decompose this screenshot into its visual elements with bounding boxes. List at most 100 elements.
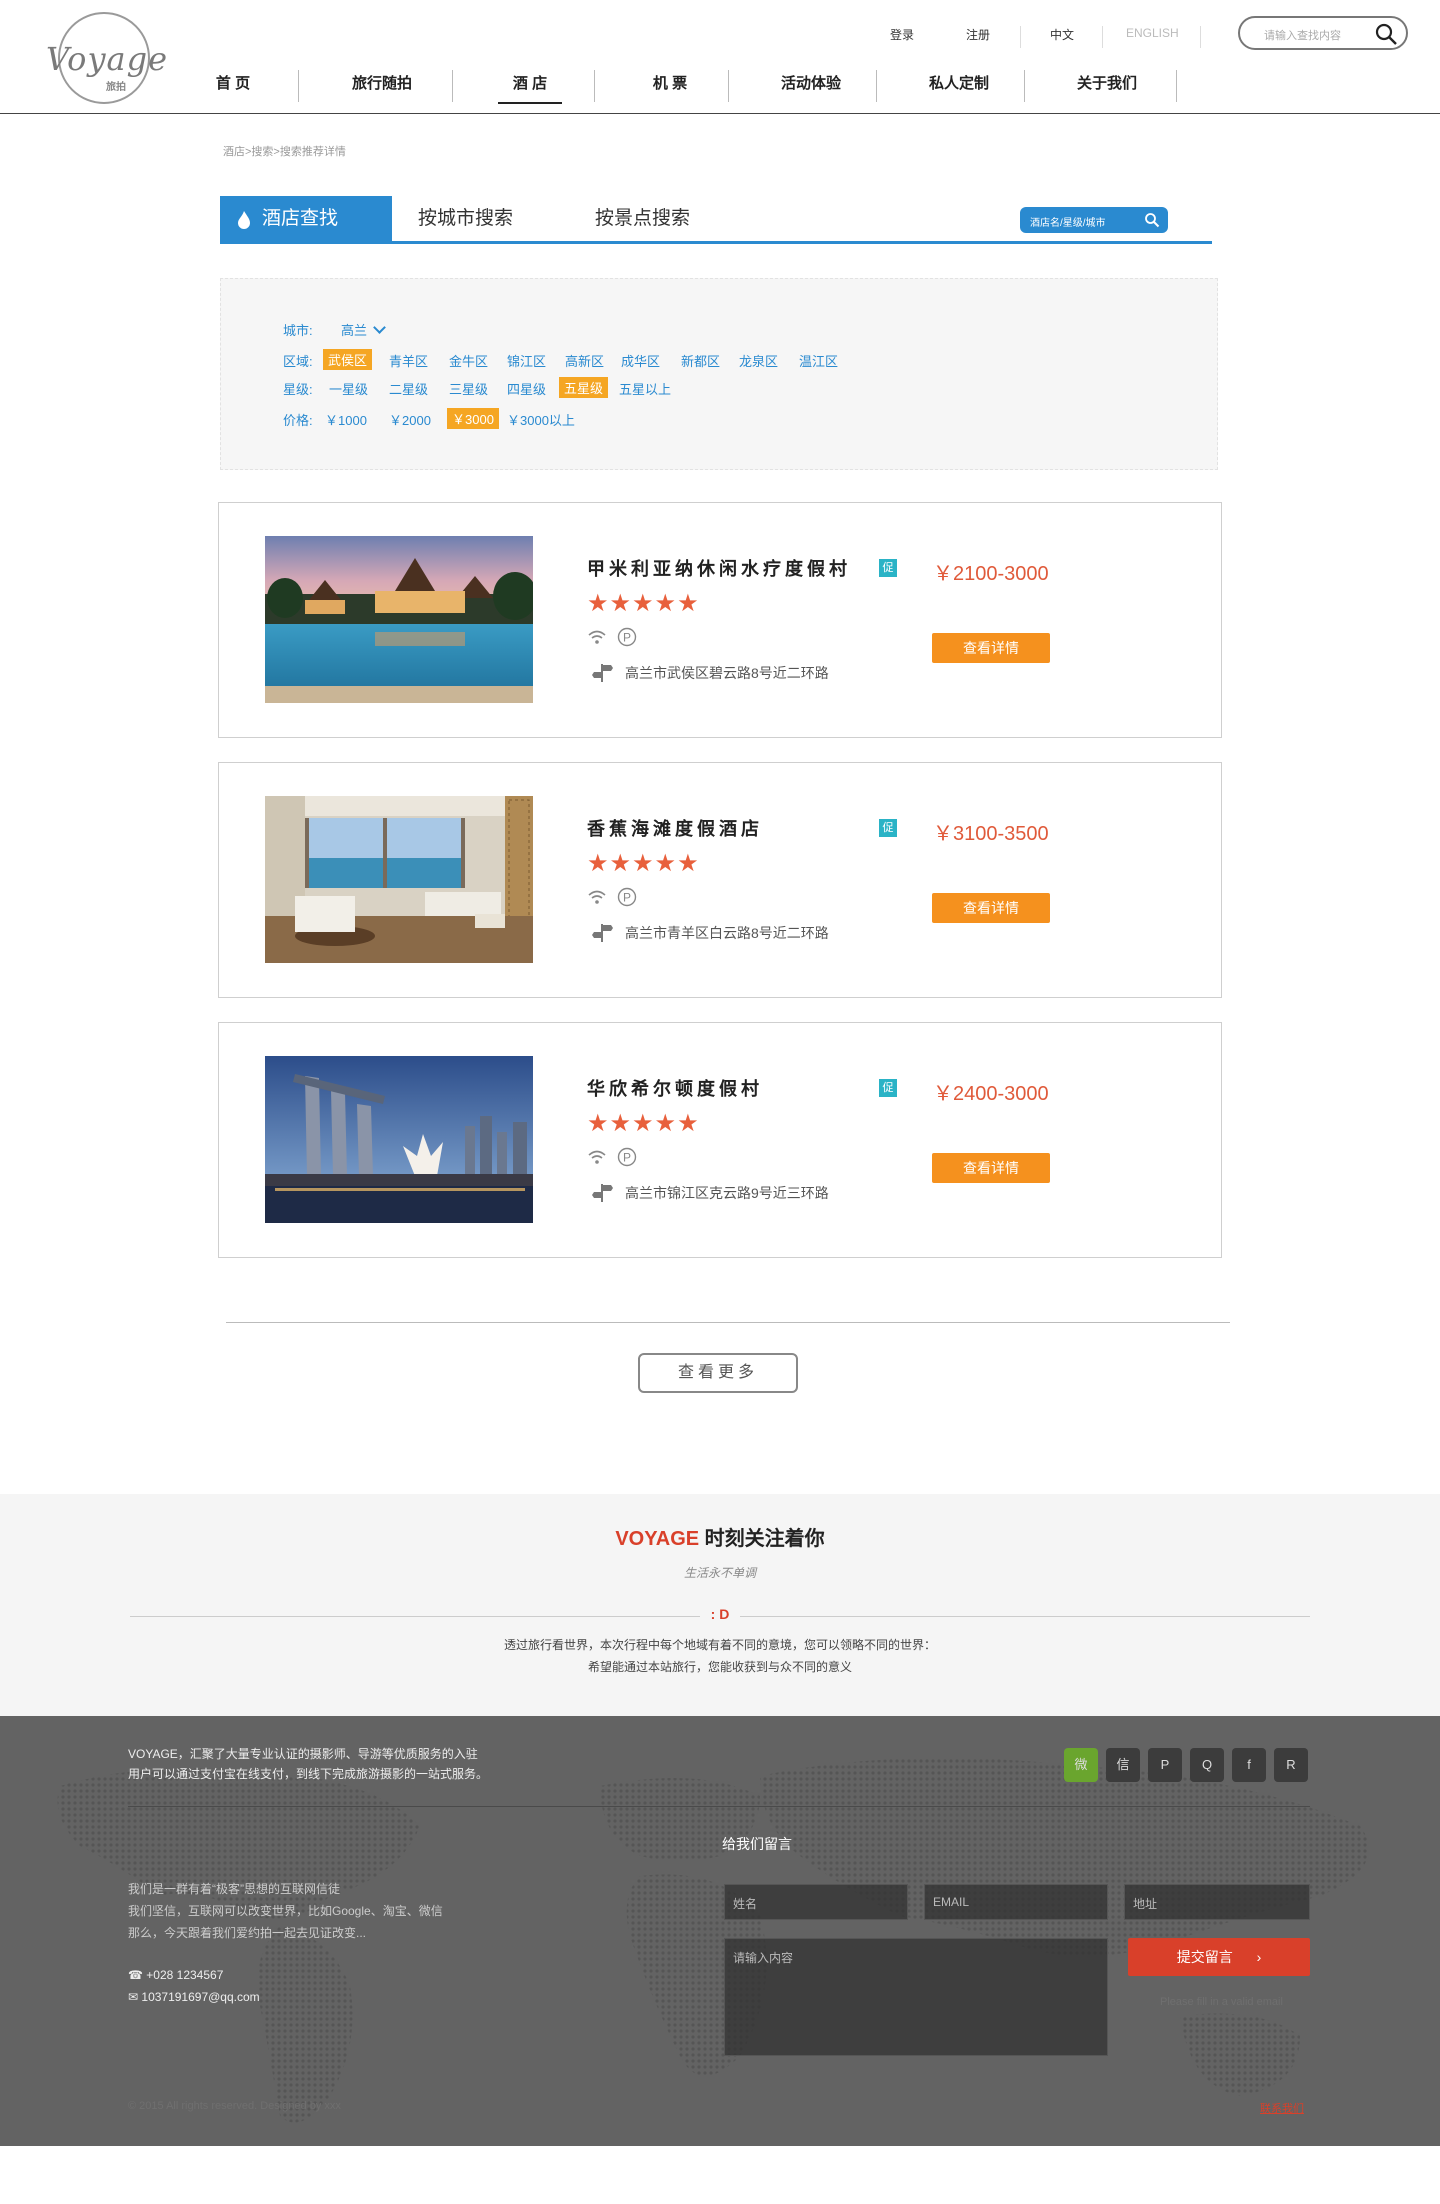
signpost-icon [592, 924, 613, 942]
qq-icon[interactable]: Q [1190, 1748, 1224, 1782]
name-field[interactable]: 姓名 [724, 1884, 908, 1920]
district-option[interactable]: 成华区 [621, 351, 660, 370]
nav-flights[interactable]: 机 票 [630, 68, 710, 104]
wifi-icon [588, 630, 606, 644]
divider [128, 1806, 1310, 1807]
separator [728, 70, 729, 102]
wechat-icon[interactable]: 信 [1106, 1748, 1140, 1782]
tab-city-search[interactable]: 按城市搜索 [418, 196, 513, 241]
site-search-box[interactable]: 请输入查找内容 [1238, 16, 1408, 50]
star-option[interactable]: 二星级 [389, 379, 428, 398]
hotel-search-tabs: 酒店查找 按城市搜索 按景点搜索 酒店名/星级/城市 [220, 196, 1212, 244]
contact-link[interactable]: 联系我们 [1260, 2100, 1304, 2116]
price-option[interactable]: ￥3000以上 [507, 410, 575, 429]
load-more-button[interactable]: 查看更多 [638, 1353, 798, 1393]
divider [226, 1322, 1230, 1323]
follow-title-text: 时刻关注着你 [704, 1528, 825, 1550]
phone-icon: ☎ [128, 1968, 147, 1982]
search-icon[interactable] [1374, 22, 1398, 46]
hotel-photo[interactable] [265, 1056, 533, 1223]
nav-activities[interactable]: 活动体验 [770, 68, 852, 104]
nav-travel-photos[interactable]: 旅行随拍 [342, 68, 422, 104]
hotel-photo[interactable] [265, 536, 533, 703]
nav-hotel[interactable]: 酒 店 [498, 68, 562, 104]
star-option[interactable]: 一星级 [329, 379, 368, 398]
view-details-button[interactable]: 查看详情 [932, 893, 1050, 923]
svg-text:P: P [623, 1151, 631, 1165]
footer-info: 我们是一群有着“极客”思想的互联网信徒 我们坚信，互联网可以改变世界，比如Goo… [128, 1878, 443, 1944]
district-option[interactable]: 龙泉区 [739, 351, 778, 370]
weibo-icon[interactable]: 微 [1064, 1748, 1098, 1782]
district-option[interactable]: 温江区 [799, 351, 838, 370]
mail-icon: ✉ [128, 1990, 142, 2004]
separator [1020, 26, 1021, 48]
facebook-icon[interactable]: f [1232, 1748, 1266, 1782]
footer-about-line: 用户可以通过支付宝在线支付，到线下完成旅游摄影的一站式服务。 [128, 1767, 489, 1781]
price-option[interactable]: ￥3000 [447, 408, 499, 429]
district-option[interactable]: 新都区 [681, 351, 720, 370]
hotel-card: 华欣希尔顿度假村 促 ★★★★★ P 高兰市锦江区克云路9号近三环路 ￥2400… [218, 1022, 1222, 1258]
district-option[interactable]: 武侯区 [323, 349, 373, 370]
separator [1200, 26, 1201, 48]
footer-about-line: VOYAGE，汇聚了大量专业认证的摄影师、导游等优质服务的入驻 [128, 1747, 478, 1761]
separator [452, 70, 453, 102]
district-option[interactable]: 金牛区 [449, 351, 488, 370]
register-link[interactable]: 注册 [966, 26, 990, 43]
search-icon[interactable] [1144, 212, 1160, 228]
view-details-button[interactable]: 查看详情 [932, 1153, 1050, 1183]
price-option[interactable]: ￥2000 [389, 410, 431, 429]
district-option[interactable]: 青羊区 [389, 351, 428, 370]
hotel-address: 高兰市青羊区白云路8号近二环路 [625, 925, 829, 941]
submit-label: 提交留言 [1176, 1949, 1233, 1965]
tab-hotel-find[interactable]: 酒店查找 [220, 196, 392, 241]
email-address: 1037191697@qq.com [141, 1990, 260, 2004]
message-form-title: 给我们留言 [722, 1836, 792, 1852]
promo-badge: 促 [879, 819, 897, 837]
pinterest-icon[interactable]: P [1148, 1748, 1182, 1782]
breadcrumb: 酒店>搜索>搜索推荐详情 [223, 146, 346, 158]
star-option[interactable]: 三星级 [449, 379, 488, 398]
district-option[interactable]: 高新区 [565, 351, 604, 370]
hotel-name[interactable]: 甲米利亚纳休闲水疗度假村 [587, 555, 851, 581]
star-option[interactable]: 五星以上 [619, 379, 671, 398]
nav-about[interactable]: 关于我们 [1066, 68, 1148, 104]
separator [1024, 70, 1025, 102]
rss-icon[interactable]: R [1274, 1748, 1308, 1782]
footer-info-line: 那么，今天跟着我们爱约拍一起去见证改变... [128, 1926, 367, 1940]
district-option[interactable]: 锦江区 [507, 351, 546, 370]
hotel-filter-panel: 城市: 高兰 区域: 武侯区 青羊区 金牛区 锦江区 高新区 成华区 新都区 龙… [220, 278, 1218, 470]
svg-text:P: P [623, 891, 631, 905]
lang-en-link[interactable]: ENGLISH [1126, 26, 1179, 40]
hotel-search-input[interactable]: 酒店名/星级/城市 [1020, 207, 1168, 233]
login-link[interactable]: 登录 [890, 26, 914, 43]
message-textarea[interactable]: 请输入内容 [724, 1938, 1108, 2056]
hotel-name[interactable]: 香蕉海滩度假酒店 [587, 815, 763, 841]
hotel-name[interactable]: 华欣希尔顿度假村 [587, 1075, 763, 1101]
star-option[interactable]: 五星级 [559, 377, 609, 398]
parking-icon: P [617, 887, 637, 907]
footer-phone: ☎ +028 1234567 [128, 1968, 223, 1982]
city-select[interactable]: 高兰 [341, 320, 386, 339]
price-option[interactable]: ￥1000 [325, 410, 367, 429]
tab-scenic-search[interactable]: 按景点搜索 [595, 196, 690, 241]
nav-home[interactable]: 首 页 [198, 68, 268, 104]
address-field[interactable]: 地址 [1124, 1884, 1310, 1920]
footer-email: ✉ 1037191697@qq.com [128, 1990, 260, 2004]
star-option[interactable]: 四星级 [507, 379, 546, 398]
star-rating: ★★★★★ [587, 590, 700, 617]
tab-hotel-find-label: 酒店查找 [262, 208, 339, 229]
voyage-logo[interactable]: Voyage 旅拍 [46, 12, 168, 104]
email-field[interactable]: EMAIL [924, 1884, 1108, 1920]
nav-custom[interactable]: 私人定制 [918, 68, 1000, 104]
submit-message-button[interactable]: 提交留言 › [1128, 1938, 1310, 1976]
hotel-photo[interactable] [265, 796, 533, 963]
hotel-card: 甲米利亚纳休闲水疗度假村 促 ★★★★★ P 高兰市武侯区碧云路8号近二环路 ￥… [218, 502, 1222, 738]
lang-cn-link[interactable]: 中文 [1050, 26, 1074, 43]
district-label: 区域: [283, 354, 313, 369]
wifi-icon [588, 1150, 606, 1164]
city-filter-row: 城市: 高兰 [283, 320, 386, 339]
city-value: 高兰 [341, 323, 368, 338]
view-details-button[interactable]: 查看详情 [932, 633, 1050, 663]
follow-description: 透过旅行看世界，本次行程中每个地域有着不同的意境，您可以领略不同的世界： 希望能… [0, 1634, 1440, 1678]
promo-badge: 促 [879, 559, 897, 577]
